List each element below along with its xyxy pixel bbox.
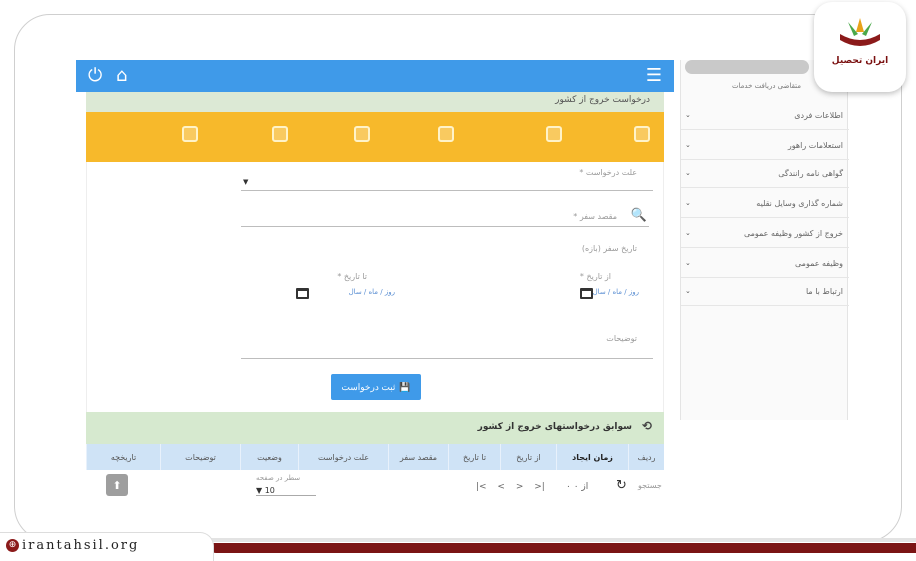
column-header[interactable]: زمان ایجاد [556, 444, 628, 470]
from-date-input[interactable]: روز / ماه / سال [593, 288, 639, 296]
history-title: سوابق درخواستهای خروج از کشور [477, 422, 632, 432]
chevron-down-icon: ⌄ [685, 259, 691, 267]
submit-label: ثبت درخواست [341, 381, 396, 392]
column-header[interactable]: از تاریخ [500, 444, 556, 470]
logo-text: ایران تحصیل [831, 56, 889, 66]
calendar-icon[interactable] [296, 288, 309, 299]
sidebar-item-traffic-inquiries[interactable]: استعلامات راهور ⌄ [681, 132, 849, 160]
destination-label: مقصد سفر * [573, 212, 617, 221]
notes-input[interactable] [241, 358, 653, 359]
footer-bar [210, 543, 916, 553]
sidebar-item-personal-info[interactable]: اطلاعات فردی ⌄ [681, 102, 849, 130]
notes-label: توضیحات [606, 334, 637, 343]
column-header[interactable]: توضیحات [160, 444, 240, 470]
sidebar-item-military-service[interactable]: وظیفه عمومی ⌄ [681, 250, 849, 278]
step-icon[interactable] [634, 126, 650, 142]
column-header[interactable]: ردیف [628, 444, 664, 470]
history-header: ⟲ سوابق درخواستهای خروج از کشور [86, 412, 664, 444]
user-name-placeholder [685, 60, 809, 74]
chevron-down-icon[interactable]: ▼ [243, 178, 248, 186]
arrow-up-icon[interactable]: ⬆ [106, 474, 128, 496]
user-role: متقاضی دریافت خدمات [731, 82, 801, 90]
save-icon: 💾 [399, 381, 411, 392]
step-icon[interactable] [546, 126, 562, 142]
step-icon[interactable] [354, 126, 370, 142]
reason-select[interactable] [241, 190, 653, 191]
rows-per-page-label: سطر در صفحه [256, 474, 301, 482]
table-search-input[interactable]: جستجو [638, 481, 662, 490]
top-app-bar: ⏻ ⌂ ☰ [76, 60, 674, 92]
footer-brand: ⊕ irantahsil.org [0, 532, 214, 561]
chevron-down-icon: ⌄ [685, 287, 691, 295]
step-bar [86, 112, 664, 162]
to-date-label: تا تاریخ * [337, 272, 367, 281]
footer-bar-shadow [210, 538, 916, 542]
request-form: علت درخواست * ▼ مقصد سفر * 🔍 تاریخ سفر (… [86, 162, 664, 412]
menu-icon[interactable]: ☰ [646, 65, 662, 87]
footer-url[interactable]: irantahsil.org [22, 538, 139, 553]
book-logo-icon [840, 18, 880, 46]
chevron-down-icon: ⌄ [685, 229, 691, 237]
page-count: ۰ از ۰ [566, 482, 589, 492]
destination-input[interactable] [241, 226, 649, 227]
search-icon[interactable]: 🔍 [631, 208, 647, 223]
reason-label: علت درخواست * [579, 168, 637, 177]
from-date-label: از تاریخ * [579, 272, 611, 281]
power-icon[interactable]: ⏻ [88, 65, 102, 87]
sidebar-item-contact[interactable]: ارتباط با ما ⌄ [681, 278, 849, 306]
sidebar: متقاضی دریافت خدمات اطلاعات فردی ⌄ استعلا… [680, 60, 849, 420]
submit-button[interactable]: 💾 ثبت درخواست [331, 374, 421, 400]
calendar-icon[interactable] [580, 288, 593, 299]
section-header: درخواست خروج از کشور [86, 92, 664, 112]
sidebar-item-driving-license[interactable]: گواهی نامه رانندگی ⌄ [681, 160, 849, 188]
pagination-controls[interactable]: |< < > >| [476, 482, 545, 492]
section-title: درخواست خروج از کشور [555, 95, 650, 105]
history-table-header: ردیف زمان ایجاد از تاریخ تا تاریخ مقصد س… [86, 444, 664, 470]
brand-logo: ایران تحصیل [814, 2, 906, 92]
refresh-icon[interactable]: ↻ [616, 478, 627, 493]
home-icon[interactable]: ⌂ [116, 65, 127, 87]
chevron-down-icon: ⌄ [685, 199, 691, 207]
column-header[interactable]: تاریخچه [86, 444, 160, 470]
history-icon: ⟲ [641, 419, 652, 433]
column-header[interactable]: علت درخواست [298, 444, 388, 470]
to-date-input[interactable]: روز / ماه / سال [349, 288, 395, 296]
chevron-down-icon: ⌄ [685, 141, 691, 149]
globe-icon: ⊕ [6, 539, 19, 552]
table-footer: ⬆ سطر در صفحه ▼ 10 |< < > >| ۰ از ۰ ↻ جس… [86, 470, 664, 506]
rows-per-page-select[interactable]: ▼ 10 [256, 486, 316, 496]
column-header[interactable]: وضعیت [240, 444, 298, 470]
step-icon[interactable] [272, 126, 288, 142]
column-header[interactable]: تا تاریخ [448, 444, 500, 470]
step-icon[interactable] [438, 126, 454, 142]
sidebar-item-exit-military[interactable]: خروج از کشور وظیفه عمومی ⌄ [681, 220, 849, 248]
rows-per-page-value: 10 [264, 486, 275, 495]
travel-date-label: تاریخ سفر (بازه) [581, 244, 637, 253]
chevron-down-icon: ⌄ [685, 169, 691, 177]
step-icon[interactable] [182, 126, 198, 142]
sidebar-item-vehicle-plates[interactable]: شماره گذاری وسایل نقلیه ⌄ [681, 190, 849, 218]
column-header[interactable]: مقصد سفر [388, 444, 448, 470]
chevron-down-icon: ⌄ [685, 111, 691, 119]
